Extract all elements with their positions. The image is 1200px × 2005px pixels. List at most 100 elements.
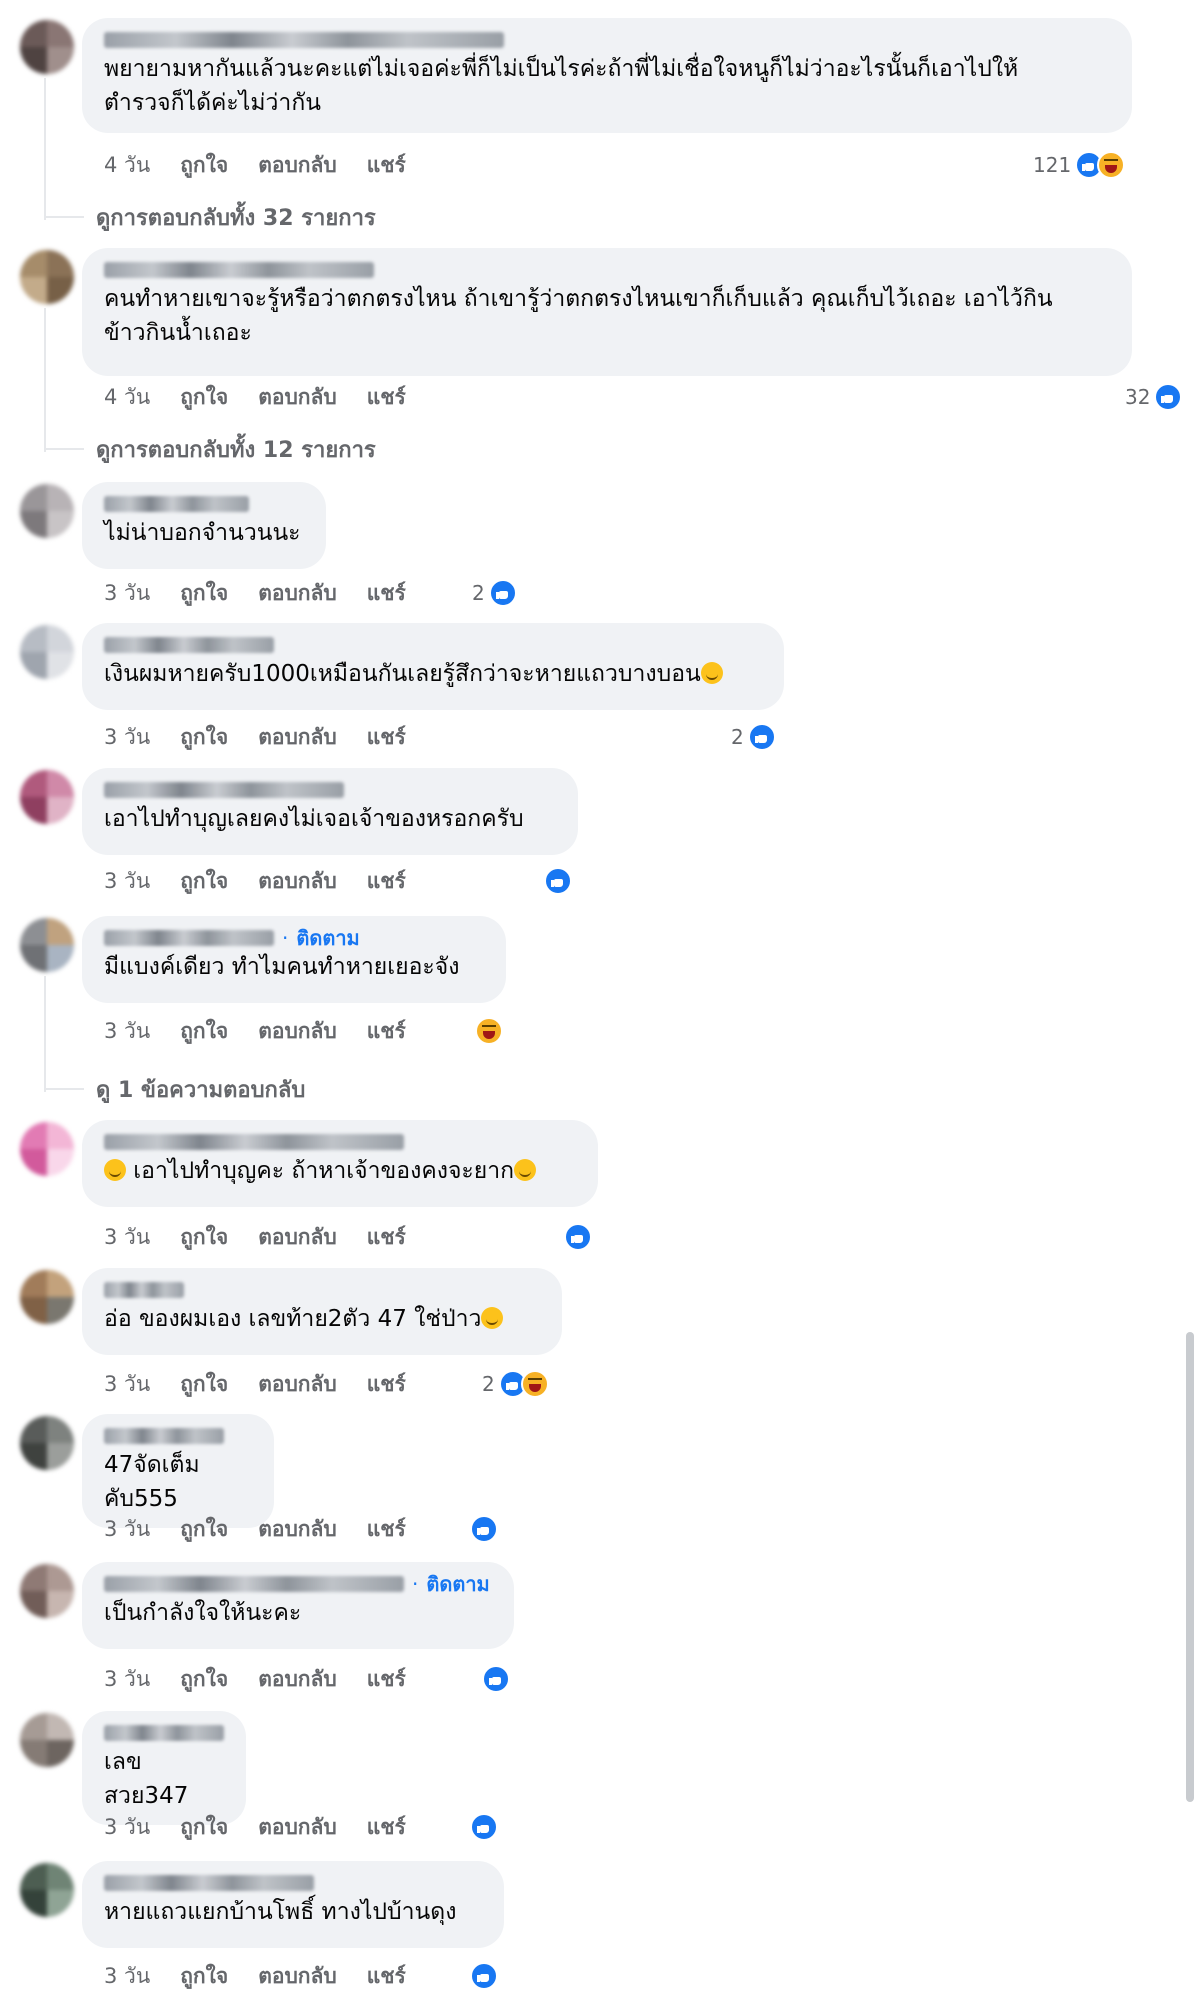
author-name[interactable]: xxxxxx: [104, 1282, 184, 1298]
reply-button[interactable]: ตอบกลับ: [258, 1960, 337, 1993]
share-button[interactable]: แชร์: [367, 721, 406, 754]
timestamp[interactable]: 3 วัน: [104, 865, 150, 898]
author-name[interactable]: xxxxxxxxxxxxxxxxxxxxxxxxxxx: [104, 1576, 404, 1592]
like-button[interactable]: ถูกใจ: [180, 577, 228, 610]
timestamp[interactable]: 3 วัน: [104, 1513, 150, 1546]
like-button[interactable]: ถูกใจ: [180, 1960, 228, 1993]
view-replies-link[interactable]: ดูการตอบกลับทั้ง 32 รายการ: [96, 200, 376, 235]
avatar-pixel: [20, 1149, 47, 1176]
avatar-pixel: [20, 1297, 47, 1324]
reaction-summary[interactable]: [482, 1664, 510, 1694]
like-button[interactable]: ถูกใจ: [180, 1015, 228, 1048]
reaction-summary[interactable]: 32: [1125, 382, 1183, 412]
like-button[interactable]: ถูกใจ: [180, 1811, 228, 1844]
like-button[interactable]: ถูกใจ: [180, 865, 228, 898]
timestamp[interactable]: 3 วัน: [104, 721, 150, 754]
comment-bubble: xxxxxxxxxxxxxx หายแถวแยกบ้านโพธิ์ ทางไปบ้…: [82, 1861, 504, 1948]
reaction-summary[interactable]: 2: [731, 722, 776, 752]
timestamp[interactable]: 4 วัน: [104, 149, 150, 182]
reply-button[interactable]: ตอบกลับ: [258, 1015, 337, 1048]
reaction-summary[interactable]: [470, 1812, 498, 1842]
reply-button[interactable]: ตอบกลับ: [258, 1811, 337, 1844]
reaction-summary[interactable]: 2: [472, 578, 517, 608]
avatar[interactable]: [20, 918, 74, 972]
author-name[interactable]: xxxxxxxxxxxxxxxxxxxxxxxxxxxxxxxxx: [104, 32, 504, 48]
avatar[interactable]: [20, 20, 74, 74]
reply-button[interactable]: ตอบกลับ: [258, 577, 337, 610]
follow-button[interactable]: ติดตาม: [426, 1568, 489, 1600]
author-name[interactable]: xxxxxxxxxxxxxxx: [104, 930, 274, 946]
timestamp[interactable]: 3 วัน: [104, 1960, 150, 1993]
avatar[interactable]: [20, 625, 74, 679]
author-name[interactable]: xxxxxxxx: [104, 1725, 224, 1741]
timestamp[interactable]: 3 วัน: [104, 1015, 150, 1048]
like-button[interactable]: ถูกใจ: [180, 1513, 228, 1546]
avatar[interactable]: [20, 250, 74, 304]
share-button[interactable]: แชร์: [367, 381, 406, 414]
like-button[interactable]: ถูกใจ: [180, 1368, 228, 1401]
author-name[interactable]: xxxxxxxxxxxx: [104, 496, 249, 512]
share-button[interactable]: แชร์: [367, 1513, 406, 1546]
reaction-summary[interactable]: 2: [482, 1369, 549, 1399]
share-button[interactable]: แชร์: [367, 1960, 406, 1993]
reply-button[interactable]: ตอบกลับ: [258, 381, 337, 414]
view-replies-link[interactable]: ดู 1 ข้อความตอบกลับ: [96, 1072, 305, 1107]
author-name[interactable]: xxxxxxx: [104, 1428, 224, 1444]
share-button[interactable]: แชร์: [367, 149, 406, 182]
timestamp[interactable]: 3 วัน: [104, 577, 150, 610]
author-name[interactable]: xxxxxxxxxxxxxxxxxx: [104, 637, 274, 653]
reaction-summary[interactable]: 121: [1033, 150, 1126, 180]
avatar[interactable]: [20, 1416, 74, 1470]
timestamp[interactable]: 3 วัน: [104, 1221, 150, 1254]
like-button[interactable]: ถูกใจ: [180, 1663, 228, 1696]
timestamp[interactable]: 3 วัน: [104, 1811, 150, 1844]
reply-button[interactable]: ตอบกลับ: [258, 1663, 337, 1696]
reply-button[interactable]: ตอบกลับ: [258, 865, 337, 898]
reaction-count: 2: [472, 581, 485, 605]
like-button[interactable]: ถูกใจ: [180, 1221, 228, 1254]
avatar[interactable]: [20, 1122, 74, 1176]
share-button[interactable]: แชร์: [367, 1368, 406, 1401]
comment-bubble: xxxxxxxxxxxxxxxxxxxxxxxxx เอาไปทำบุญคะ ถ…: [82, 1120, 598, 1207]
reply-button[interactable]: ตอบกลับ: [258, 1513, 337, 1546]
avatar[interactable]: [20, 1270, 74, 1324]
share-button[interactable]: แชร์: [367, 1663, 406, 1696]
avatar[interactable]: [20, 1863, 74, 1917]
reaction-summary[interactable]: [470, 1514, 498, 1544]
avatar[interactable]: [20, 1564, 74, 1618]
avatar[interactable]: [20, 1713, 74, 1767]
comment-bubble: xxxxxxxxxxxxxxxxxxxxxxxxxxxxxxxxx พยายามห…: [82, 18, 1132, 133]
like-button[interactable]: ถูกใจ: [180, 149, 228, 182]
view-replies-link[interactable]: ดูการตอบกลับทั้ง 12 รายการ: [96, 432, 376, 467]
reaction-summary[interactable]: [475, 1016, 503, 1046]
author-row: xxxxxxxxxxxxxx: [104, 1871, 482, 1895]
avatar[interactable]: [20, 770, 74, 824]
author-name[interactable]: xxxxxxxxxxxxxxxxxxxxxxxxx: [104, 1134, 404, 1150]
reaction-summary[interactable]: [470, 1961, 498, 1991]
reaction-summary[interactable]: [544, 866, 572, 896]
share-button[interactable]: แชร์: [367, 1811, 406, 1844]
author-name[interactable]: xxxxxxxxxxxxxx: [104, 1875, 314, 1891]
haha-reaction-icon: [520, 1370, 549, 1398]
author-name[interactable]: xxxxxxxxxxxxxxxxxxxxxxxxxxxxxx: [104, 262, 374, 278]
reply-connector: [44, 448, 84, 450]
reply-button[interactable]: ตอบกลับ: [258, 149, 337, 182]
share-button[interactable]: แชร์: [367, 577, 406, 610]
avatar[interactable]: [20, 484, 74, 538]
share-button[interactable]: แชร์: [367, 1221, 406, 1254]
like-button[interactable]: ถูกใจ: [180, 381, 228, 414]
avatar-pixel: [20, 250, 47, 277]
timestamp[interactable]: 3 วัน: [104, 1368, 150, 1401]
scrollbar[interactable]: [1186, 1332, 1194, 1802]
reply-button[interactable]: ตอบกลับ: [258, 1368, 337, 1401]
comment-text: เอาไปทำบุญเลยคงไม่เจอเจ้าของหรอกครับ: [104, 802, 556, 836]
reaction-summary[interactable]: [564, 1222, 592, 1252]
share-button[interactable]: แชร์: [367, 1015, 406, 1048]
timestamp[interactable]: 4 วัน: [104, 381, 150, 414]
like-button[interactable]: ถูกใจ: [180, 721, 228, 754]
reply-button[interactable]: ตอบกลับ: [258, 1221, 337, 1254]
timestamp[interactable]: 3 วัน: [104, 1663, 150, 1696]
author-name[interactable]: xxxxxxxxxxxxxxxxxxxxxx: [104, 782, 344, 798]
share-button[interactable]: แชร์: [367, 865, 406, 898]
reply-button[interactable]: ตอบกลับ: [258, 721, 337, 754]
